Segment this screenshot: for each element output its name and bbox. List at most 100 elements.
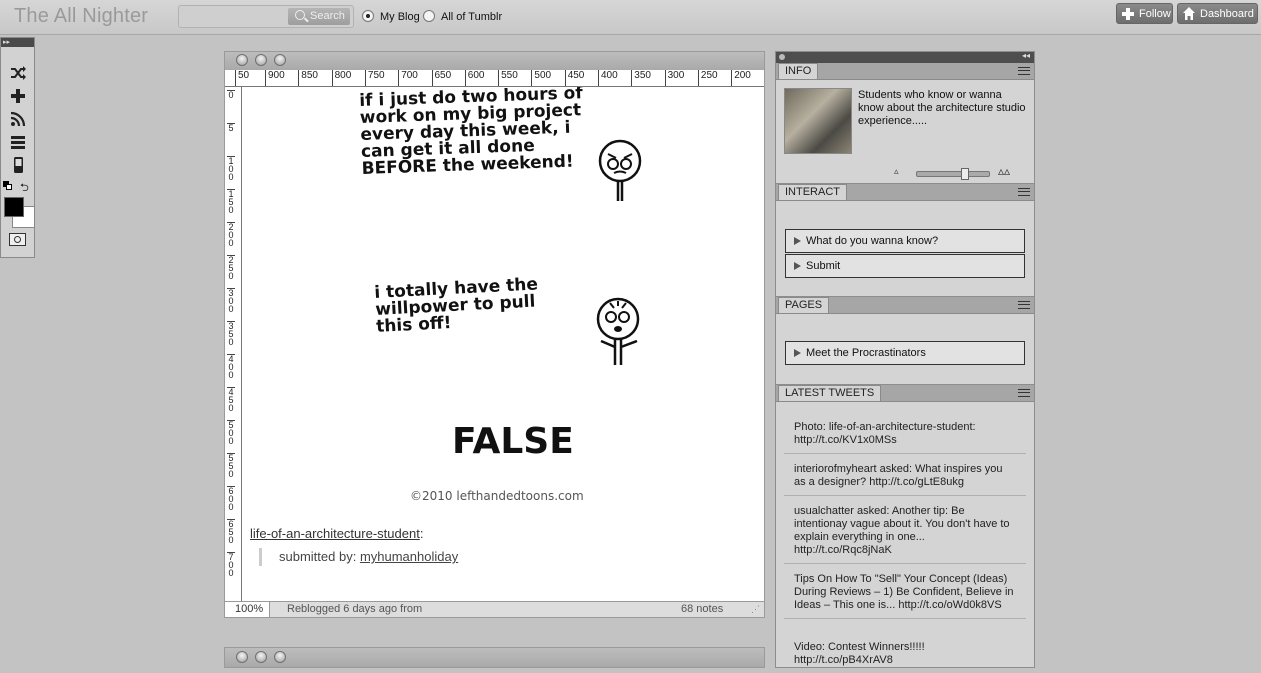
ruler-tick-label: 100 bbox=[227, 156, 235, 182]
ruler-tick-label: 300 bbox=[227, 288, 235, 314]
zoom-slider-knob[interactable] bbox=[961, 168, 969, 180]
notes-count[interactable]: 68 notes bbox=[681, 602, 723, 617]
tweets-section: LATEST TWEETS Photo: life-of-an-architec… bbox=[776, 384, 1034, 669]
ask-button[interactable]: What do you wanna know? bbox=[785, 229, 1025, 253]
rss-icon[interactable] bbox=[9, 110, 27, 128]
tweet-item[interactable]: Video: Contest Winners!!!!! http://t.co/… bbox=[784, 641, 1026, 673]
post-quote: submitted by: myhumanholiday bbox=[259, 548, 458, 566]
zoom-level[interactable]: 100% bbox=[225, 602, 270, 617]
quick-mask-icon[interactable] bbox=[9, 233, 26, 246]
zoom-icon[interactable] bbox=[274, 651, 286, 663]
radio-my-blog[interactable] bbox=[362, 10, 374, 22]
ruler-tick-label: 200 bbox=[731, 70, 751, 86]
top-bar: The All Nighter Search My Blog All of Tu… bbox=[0, 0, 1261, 35]
collapse-icon[interactable]: ▸▸ bbox=[1, 38, 34, 47]
ruler-tick-label: 600 bbox=[227, 486, 235, 512]
panel-top-bar: ◂◂ bbox=[776, 51, 1034, 63]
comic-credit: ©2010 lefthandedtoons.com bbox=[410, 489, 584, 503]
search-input[interactable] bbox=[181, 8, 289, 27]
ruler-tick-label: 700 bbox=[398, 70, 418, 86]
radio-all-tumblr[interactable] bbox=[423, 10, 435, 22]
ruler-tick-label: 400 bbox=[227, 354, 235, 380]
minimize-icon[interactable] bbox=[255, 54, 267, 66]
tab-latest-tweets[interactable]: LATEST TWEETS bbox=[778, 385, 882, 401]
search-button[interactable]: Search bbox=[288, 8, 350, 25]
comic-line: BEFORE the weekend! bbox=[361, 151, 574, 179]
zoom-slider[interactable] bbox=[916, 168, 990, 180]
panel-close-icon[interactable] bbox=[779, 54, 785, 60]
reblog-text: Reblogged 6 days ago from bbox=[287, 603, 423, 615]
archive-icon[interactable] bbox=[9, 133, 27, 151]
ruler-tick-label: 850 bbox=[298, 70, 318, 86]
zoom-in-icon[interactable]: ▵▵ bbox=[998, 164, 1010, 178]
triangle-right-icon bbox=[794, 349, 801, 357]
ruler-tick-label: 550 bbox=[227, 453, 235, 479]
close-icon[interactable] bbox=[236, 651, 248, 663]
dashboard-button-label: Dashboard bbox=[1200, 8, 1254, 20]
swap-colors-icon[interactable]: ⮌ bbox=[20, 179, 29, 198]
tweet-item[interactable]: interiorofmyheart asked: What inspires y… bbox=[784, 463, 1026, 496]
ruler-tick-label: 700 bbox=[227, 552, 235, 578]
tweet-item[interactable]: Photo: life-of-an-architecture-student: … bbox=[784, 421, 1026, 454]
zoom-out-icon[interactable]: ▵ bbox=[894, 166, 899, 177]
tweet-item[interactable]: Tips On How To "Sell" Your Concept (Idea… bbox=[784, 573, 1026, 619]
submit-button[interactable]: Submit bbox=[785, 254, 1025, 278]
page-link-procrastinators[interactable]: Meet the Procrastinators bbox=[785, 341, 1025, 365]
tab-info[interactable]: INFO bbox=[778, 63, 819, 79]
info-description: Students who know or wanna know about th… bbox=[858, 89, 1026, 127]
menu-icon[interactable] bbox=[1018, 301, 1030, 309]
comic-image[interactable]: if i just do two hours of work on my big… bbox=[242, 87, 764, 517]
zoom-icon[interactable] bbox=[274, 54, 286, 66]
ruler-tick-label: 250 bbox=[227, 255, 235, 281]
vertical-ruler: 0 5 100 150 200 250 300 350 400 450 500 550 600 650 70… bbox=[225, 87, 242, 601]
menu-icon[interactable] bbox=[1018, 188, 1030, 196]
interact-header: INTERACT bbox=[776, 184, 1034, 201]
dashboard-button[interactable]: Dashboard bbox=[1177, 3, 1258, 24]
ruler-tick-label: 200 bbox=[227, 222, 235, 248]
radio-my-blog-label: My Blog bbox=[380, 11, 420, 23]
blog-title[interactable]: The All Nighter bbox=[14, 5, 148, 28]
info-section: INFO Students who know or wanna know abo… bbox=[776, 63, 1034, 183]
tweet-item[interactable]: usualchatter asked: Another tip: Be inte… bbox=[784, 505, 1026, 564]
resize-grip-icon[interactable]: ⋰ bbox=[751, 602, 760, 617]
plus-icon[interactable] bbox=[9, 87, 27, 105]
shuffle-icon[interactable] bbox=[9, 64, 27, 82]
ruler-tick-label: 650 bbox=[431, 70, 451, 86]
comic-character-2 bbox=[596, 297, 640, 365]
next-post-titlebar bbox=[224, 647, 765, 668]
ruler-tick-label: 900 bbox=[265, 70, 285, 86]
ruler-tick-label: 600 bbox=[464, 70, 484, 86]
tab-interact[interactable]: INTERACT bbox=[778, 184, 847, 200]
post-source: life-of-an-architecture-student: bbox=[250, 526, 423, 541]
comic-panel3-text: FALSE bbox=[452, 421, 574, 462]
panel-collapse-icon[interactable]: ◂◂ bbox=[1022, 51, 1030, 60]
search-icon bbox=[295, 10, 305, 20]
ruler-tick-label: 350 bbox=[227, 321, 235, 347]
pages-section: PAGES Meet the Procrastinators bbox=[776, 296, 1034, 385]
follow-button[interactable]: Follow bbox=[1116, 3, 1173, 24]
search-form: Search bbox=[178, 5, 354, 28]
ruler-tick-label: 350 bbox=[631, 70, 651, 86]
tab-pages[interactable]: PAGES bbox=[778, 297, 830, 313]
close-icon[interactable] bbox=[236, 54, 248, 66]
ruler-tick-label: 0 bbox=[227, 90, 235, 100]
minimize-icon[interactable] bbox=[255, 651, 267, 663]
foreground-color-swatch[interactable] bbox=[4, 197, 24, 217]
ruler-tick-label: 800 bbox=[331, 70, 351, 86]
menu-icon[interactable] bbox=[1018, 389, 1030, 397]
ask-button-label: What do you wanna know? bbox=[806, 235, 939, 247]
submitter-link[interactable]: myhumanholiday bbox=[360, 549, 458, 564]
submit-button-label: Submit bbox=[806, 260, 841, 272]
default-colors-icon[interactable] bbox=[3, 181, 12, 190]
ruler-tick-label: 300 bbox=[664, 70, 684, 86]
source-link[interactable]: life-of-an-architecture-student bbox=[250, 526, 420, 541]
submitted-prefix: submitted by: bbox=[279, 549, 360, 564]
triangle-right-icon bbox=[794, 262, 801, 270]
side-panel: ◂◂ INFO Students who know or wanna know … bbox=[775, 51, 1035, 668]
mobile-icon[interactable] bbox=[9, 156, 27, 174]
ruler-tick-label: 750 bbox=[364, 70, 385, 86]
info-header: INFO bbox=[776, 63, 1034, 80]
menu-icon[interactable] bbox=[1018, 67, 1030, 75]
post-titlebar bbox=[225, 52, 764, 71]
ruler-tick-label: 550 bbox=[498, 70, 518, 86]
